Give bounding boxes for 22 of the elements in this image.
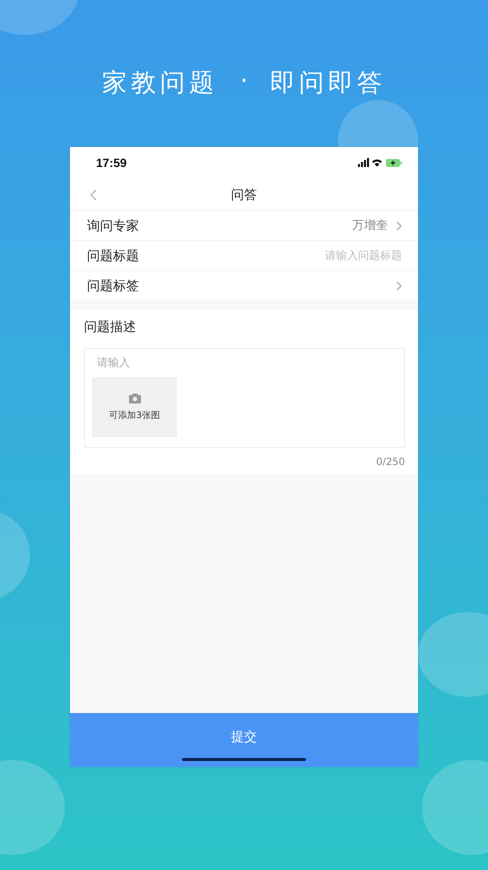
back-icon[interactable] <box>90 189 98 201</box>
banner-subtitle: 即问即答 <box>270 67 386 99</box>
nav-title: 问答 <box>231 186 257 204</box>
status-icons <box>358 158 402 168</box>
character-counter: 0/250 <box>376 457 405 468</box>
form-row[interactable]: 问题标题 请输入问题标题 <box>70 240 418 270</box>
image-upload-button[interactable]: 可添加3张图 <box>92 377 177 437</box>
description-field[interactable]: 请输入 可添加3张图 <box>84 348 405 448</box>
camera-icon <box>128 392 142 404</box>
row-label: 问题标签 <box>87 278 139 294</box>
banner-separator: · <box>240 66 248 97</box>
banner-title: 家教问题 <box>102 67 218 99</box>
chevron-right-icon <box>396 280 402 290</box>
form-row[interactable]: 询问专家 万增奎 <box>70 210 418 240</box>
row-label: 询问专家 <box>87 218 139 234</box>
section-title: 问题描述 <box>84 319 137 336</box>
form-row[interactable]: 问题标签 <box>70 270 418 300</box>
row-value: 万增奎 <box>352 217 388 234</box>
title-input-field[interactable]: 请输入问题标题 <box>272 249 402 262</box>
status-time: 17:59 <box>96 156 127 170</box>
chevron-right-icon <box>396 220 402 230</box>
row-label: 问题标题 <box>87 248 139 264</box>
